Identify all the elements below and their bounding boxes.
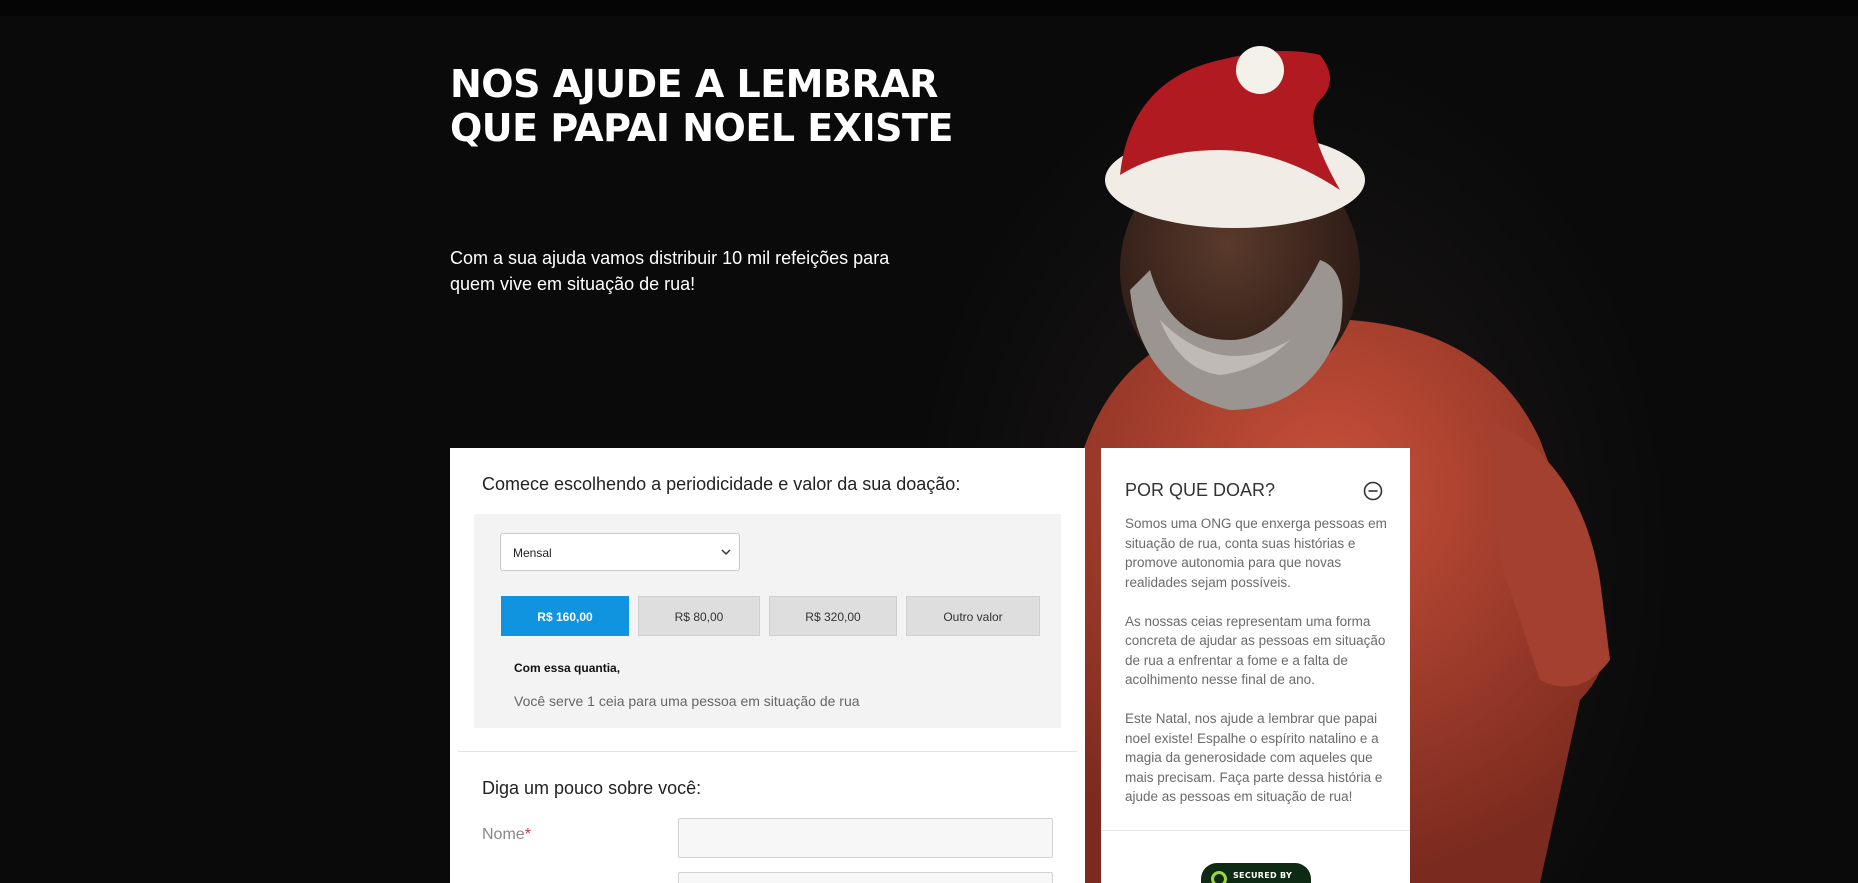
about-title: Diga um pouco sobre você: xyxy=(482,778,702,798)
impact-text: Você serve 1 ceia para uma pessoa em sit… xyxy=(514,693,860,709)
required-mark: * xyxy=(524,826,531,843)
chevron-down-icon xyxy=(721,549,731,556)
lock-seal-icon xyxy=(1211,871,1227,883)
why-paragraph-3: Este Natal, nos ajude a lembrar que papa… xyxy=(1125,711,1383,804)
donation-panel: Mensal R$ 160,00 R$ 80,00 R$ 320,00 Outr… xyxy=(474,514,1061,728)
frequency-selected-value: Mensal xyxy=(513,546,552,560)
why-divider xyxy=(1101,830,1410,831)
name-label: Nome* xyxy=(482,826,531,844)
hero-headline: NOS AJUDE A LEMBRAR QUE PAPAI NOEL EXIST… xyxy=(450,62,970,150)
donation-card: Comece escolhendo a periodicidade e valo… xyxy=(450,448,1085,883)
headline-line-2: QUE PAPAI NOEL EXISTE xyxy=(450,106,953,150)
amount-button-other[interactable]: Outro valor xyxy=(906,596,1040,636)
hero-subline: Com a sua ajuda vamos distribuir 10 mil … xyxy=(450,248,890,294)
minus-circle-icon[interactable] xyxy=(1363,481,1383,501)
why-paragraph-1: Somos uma ONG que enxerga pessoas em sit… xyxy=(1125,516,1387,590)
why-paragraph-2: As nossas ceias representam uma forma co… xyxy=(1125,613,1386,688)
amount-button-160[interactable]: R$ 160,00 xyxy=(501,596,629,636)
impact-label: Com essa quantia, xyxy=(514,661,621,675)
secured-badge-text: SECURED BY xyxy=(1233,871,1293,880)
why-donate-card: POR QUE DOAR? Somos uma ONG que enxerga … xyxy=(1101,448,1410,883)
amount-button-80[interactable]: R$ 80,00 xyxy=(638,596,760,636)
top-bar xyxy=(0,0,1858,16)
section-divider xyxy=(458,751,1077,752)
name-label-text: Nome xyxy=(482,826,525,843)
headline-line-1: NOS AJUDE A LEMBRAR xyxy=(450,62,938,106)
donation-title: Comece escolhendo a periodicidade e valo… xyxy=(482,474,961,494)
frequency-select[interactable]: Mensal xyxy=(500,533,740,571)
name-input[interactable] xyxy=(678,818,1053,858)
next-field-input[interactable] xyxy=(678,872,1053,883)
secured-badge: SECURED BY xyxy=(1201,863,1311,883)
amount-button-320[interactable]: R$ 320,00 xyxy=(769,596,897,636)
why-donate-body: Somos uma ONG que enxerga pessoas em sit… xyxy=(1125,514,1391,826)
why-donate-title: POR QUE DOAR? xyxy=(1125,480,1276,500)
